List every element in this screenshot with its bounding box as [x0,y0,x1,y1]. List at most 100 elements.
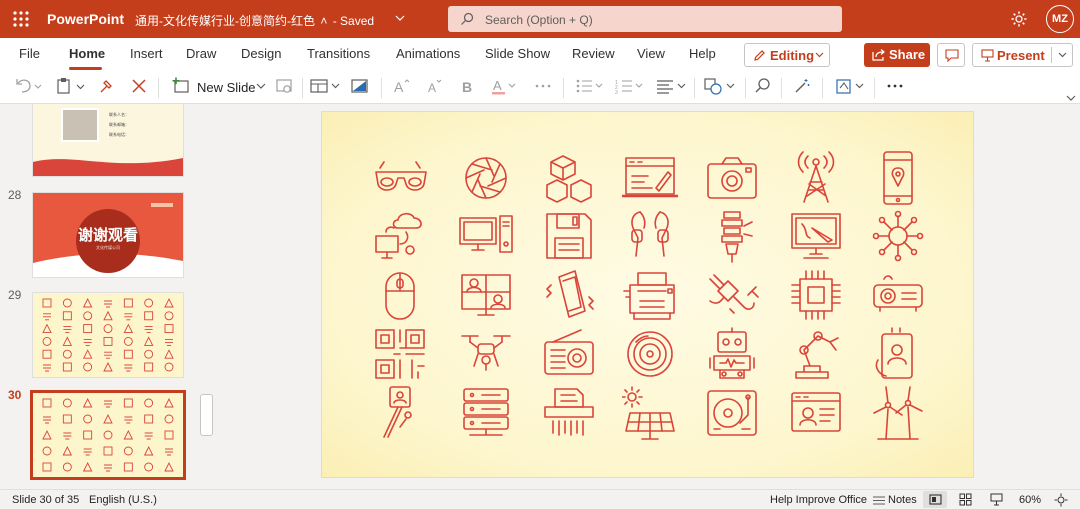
chevron-down-icon[interactable] [256,77,266,95]
map-phone-icon[interactable] [870,150,926,206]
vibrating-phone-icon[interactable] [541,267,597,323]
new-slide-button[interactable]: New Slide [197,80,256,95]
video-call-icon[interactable] [458,267,514,323]
share-button[interactable]: Share [864,43,930,67]
old-radio-icon[interactable] [541,326,597,382]
printer-icon[interactable] [622,267,678,323]
qr-code-icon[interactable] [372,326,428,382]
present-button[interactable]: Present [972,43,1073,67]
mouse-icon[interactable] [372,267,428,323]
normal-view-icon[interactable] [929,493,942,506]
search-box[interactable]: Search (Option + Q) [448,6,842,32]
format-painter-icon[interactable] [98,77,116,95]
comments-button[interactable] [937,43,965,67]
zoom-level[interactable]: 60% [1019,494,1041,506]
dictate-wand-icon[interactable] [793,77,811,95]
radio-tower-icon[interactable] [788,150,844,206]
tab-insert[interactable]: Insert [130,46,163,61]
vinyl-record-icon[interactable] [622,326,678,382]
solar-panel-icon[interactable] [622,385,678,441]
reading-view-icon[interactable] [990,493,1003,506]
chevron-down-icon[interactable] [1058,52,1067,58]
editing-mode-button[interactable]: Editing [744,43,830,67]
share-icon [872,49,885,61]
app-launcher-icon[interactable] [12,10,30,28]
fit-to-window-icon[interactable] [1054,493,1068,507]
selfie-stick-icon[interactable] [372,385,428,441]
projector-icon[interactable] [870,267,926,323]
shapes-icon[interactable] [704,77,738,95]
cubes-icon[interactable] [541,150,597,206]
desktop-pc-icon[interactable] [458,208,514,264]
document-title[interactable]: 通用-文化传媒行业-创意简约-红色 ˄ - Saved [135,12,374,29]
delete-icon[interactable] [131,77,147,95]
web-design-icon[interactable] [622,150,678,206]
floppy-disk-icon[interactable] [541,208,597,264]
user-avatar[interactable]: MZ [1046,5,1074,33]
drone-icon[interactable] [458,326,514,382]
tab-slide-show[interactable]: Slide Show [485,46,550,61]
slide-sorter-icon[interactable] [959,493,972,506]
help-improve-link[interactable]: Help Improve Office [770,494,867,506]
tab-help[interactable]: Help [689,46,716,61]
plug-icon[interactable] [704,267,760,323]
cloud-computer-icon[interactable] [372,208,428,264]
panel-scrollbar-thumb[interactable] [200,394,213,436]
decrease-font-icon[interactable]: A [426,77,444,95]
bullets-icon[interactable] [575,77,605,95]
font-color-icon[interactable]: A [491,77,519,95]
paste-icon[interactable] [56,77,88,95]
slide-thumbnail[interactable]: 联系人名： 联系邮箱： 联系电话： [33,104,183,176]
slide-thumbnail-active[interactable] [33,393,183,477]
pencil-icon [754,50,765,61]
settings-gear-icon[interactable] [1010,10,1028,28]
language-indicator[interactable]: English (U.S.) [89,494,157,506]
cpu-chip-icon[interactable] [788,267,844,323]
undo-icon[interactable] [14,77,42,95]
designer-icon[interactable] [834,77,868,95]
robot-icon[interactable] [704,326,760,382]
tab-draw[interactable]: Draw [186,46,216,61]
tab-review[interactable]: Review [572,46,615,61]
slide-thumbnail[interactable]: 谢谢观看 文化传媒公司 [33,193,183,277]
reuse-slides-icon[interactable] [275,77,295,95]
aperture-icon[interactable] [458,150,514,206]
numbering-icon[interactable]: 123 [615,77,645,95]
earphones-icon[interactable] [622,208,678,264]
chevron-down-icon[interactable] [395,14,405,22]
increase-font-icon[interactable]: A [392,77,412,95]
neural-network-icon[interactable] [870,208,926,264]
tab-design[interactable]: Design [241,46,281,61]
app-name[interactable]: PowerPoint [47,11,124,27]
bold-icon[interactable]: B [460,77,476,95]
slide-number: 29 [8,288,22,302]
turntable-icon[interactable] [704,385,760,441]
led-bulb-icon[interactable] [704,208,760,264]
drawing-monitor-icon[interactable] [788,208,844,264]
align-text-icon[interactable] [655,77,687,95]
tab-animations[interactable]: Animations [396,46,460,61]
find-icon[interactable] [754,77,772,95]
video-player-icon[interactable] [788,385,844,441]
robot-arm-icon[interactable] [788,326,844,382]
tab-transitions[interactable]: Transitions [307,46,370,61]
tab-home[interactable]: Home [69,46,105,61]
layout-icon[interactable] [309,77,341,95]
server-rack-icon[interactable] [458,385,514,441]
new-slide-icon[interactable] [171,77,191,95]
3d-glasses-icon[interactable] [372,150,428,206]
slide-canvas[interactable] [322,112,973,477]
more-font-options-icon[interactable] [533,77,553,95]
more-options-icon[interactable] [885,77,905,95]
design-ideas-icon[interactable] [350,77,370,95]
phone-user-icon[interactable] [870,326,926,382]
tab-file[interactable]: File [19,46,40,61]
tab-view[interactable]: View [637,46,665,61]
notes-icon[interactable] [872,495,886,506]
wind-turbine-icon[interactable] [870,385,926,441]
slide-thumbnail[interactable] [33,293,183,377]
ribbon-collapse-chevron-icon[interactable] [1066,94,1076,102]
camera-icon[interactable] [704,150,760,206]
paper-shredder-icon[interactable] [541,385,597,441]
notes-button[interactable]: Notes [888,494,917,506]
